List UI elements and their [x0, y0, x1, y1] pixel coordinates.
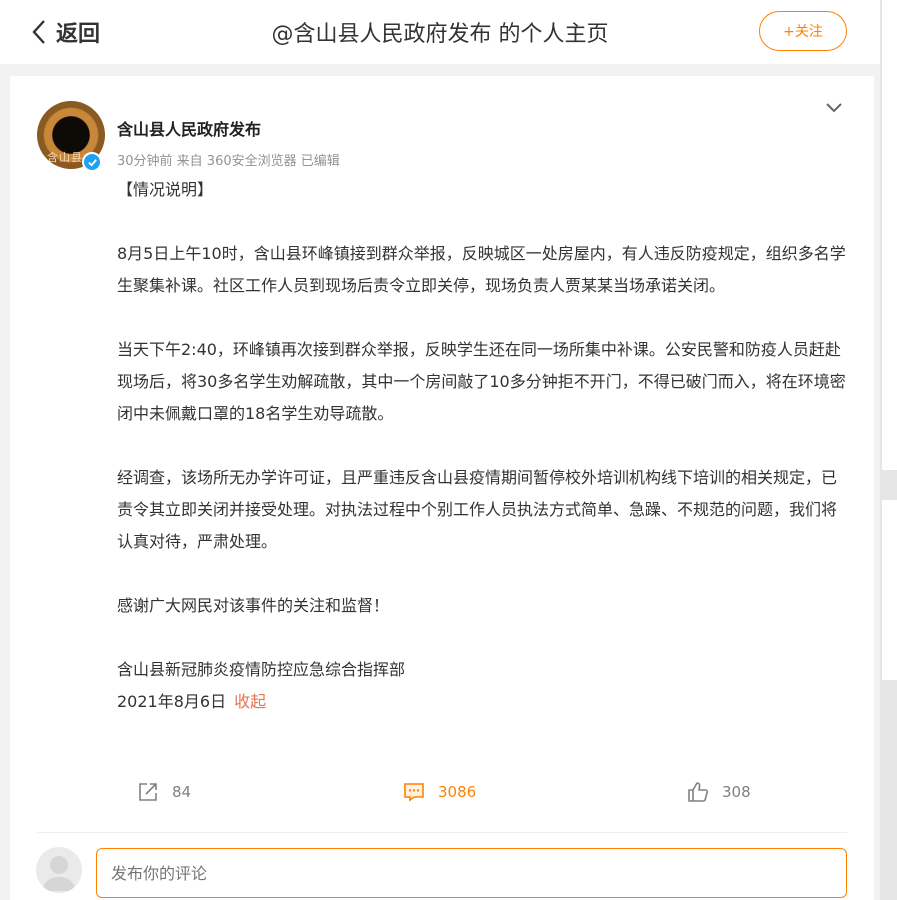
chevron-down-icon[interactable] [824, 100, 844, 116]
post-heading: 【情况说明】 [117, 180, 214, 199]
action-bar: 84 3086 308 [10, 766, 874, 818]
follow-button[interactable]: +关注 [759, 11, 847, 51]
scrollbar-rail[interactable] [880, 0, 897, 900]
divider [37, 832, 847, 833]
like-button[interactable]: 308 [686, 766, 751, 818]
post-paragraph: 当天下午2:40，环峰镇再次接到群众举报，反映学生还在同一场所集中补课。公安民警… [117, 340, 846, 423]
post-date: 2021年8月6日 [117, 692, 227, 711]
post-signature: 含山县新冠肺炎疫情防控应急综合指挥部 [117, 660, 406, 679]
collapse-link[interactable]: 收起 [234, 692, 266, 711]
top-bar: 返回 @含山县人民政府发布 的个人主页 +关注 [0, 0, 880, 64]
repost-count: 84 [172, 783, 192, 801]
repost-button[interactable]: 84 [136, 766, 191, 818]
like-count: 308 [722, 783, 751, 801]
post-card: 含山县 含山县人民政府发布 30分钟前 来自 360安全浏览器 已编辑 【情况说… [10, 76, 874, 900]
user-avatar-icon [42, 856, 76, 891]
thumbs-up-icon [688, 782, 709, 802]
post-paragraph: 8月5日上午10时，含山县环峰镇接到群众举报，反映城区一处房屋内，有人违反防疫规… [117, 244, 846, 295]
user-avatar [36, 847, 82, 893]
avatar-text: 含山县 [47, 151, 83, 164]
verified-icon [82, 152, 102, 172]
repost-icon [139, 783, 157, 801]
author-name[interactable]: 含山县人民政府发布 [117, 116, 261, 140]
comment-icon [404, 783, 424, 802]
post-date-line: 2021年8月6日 收起 [117, 686, 852, 718]
post-paragraph: 感谢广大网民对该事件的关注和监督！ [117, 596, 390, 615]
post-meta: 30分钟前 来自 360安全浏览器 已编辑 [117, 154, 340, 169]
post-paragraph: 经调查，该场所无办学许可证，且严重违反含山县疫情期间暂停校外培训机构线下培训的相… [117, 468, 838, 551]
page-title: @含山县人民政府发布 的个人主页 [271, 22, 609, 47]
post-body: 【情况说明】 8月5日上午10时，含山县环峰镇接到群众举报，反映城区一处房屋内，… [117, 174, 852, 718]
comment-input[interactable] [96, 848, 847, 898]
comment-count: 3086 [438, 783, 477, 801]
comment-button[interactable]: 3086 [402, 766, 476, 818]
